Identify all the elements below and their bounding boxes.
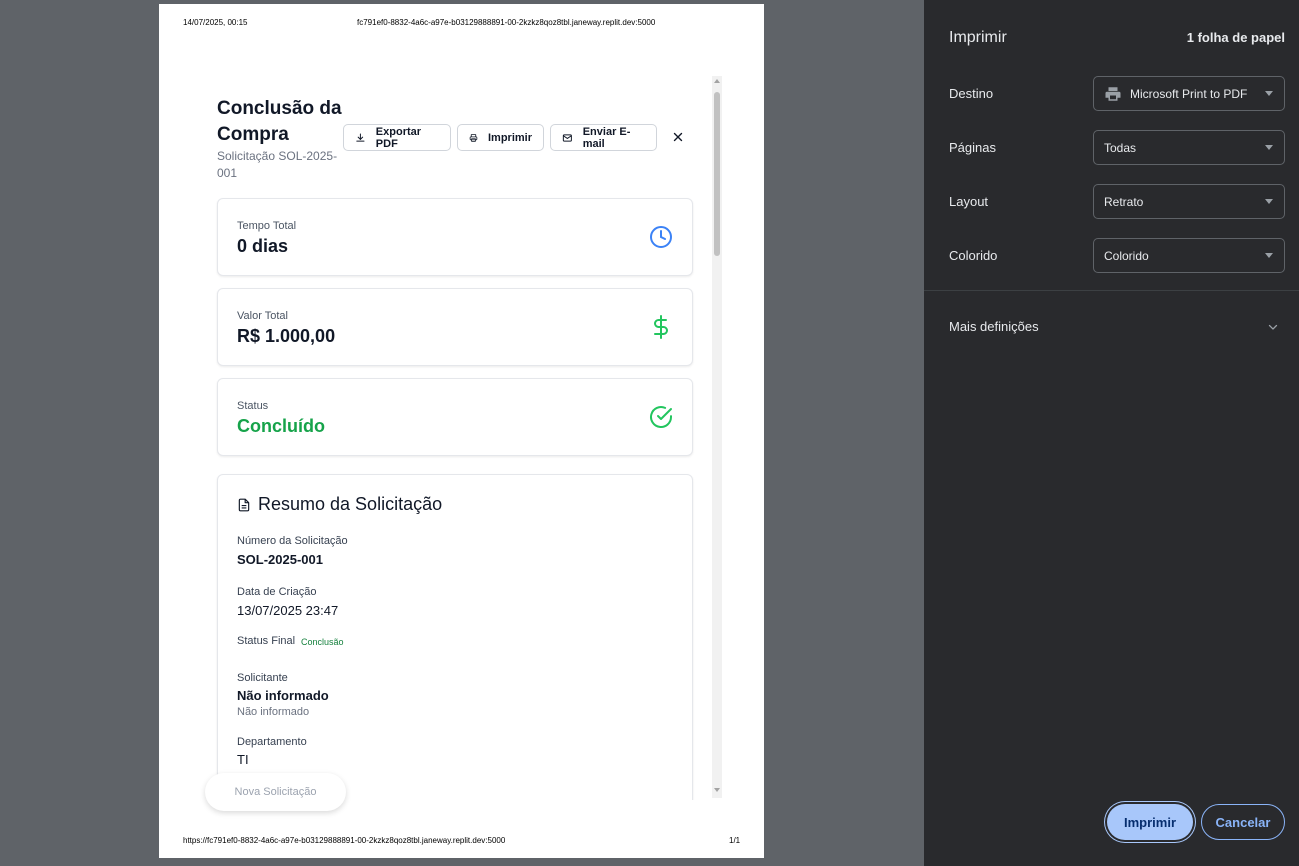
summary-title: Resumo da Solicitação (237, 494, 442, 515)
status-label: Status (237, 400, 269, 412)
new-request-button[interactable]: Nova Solicitação (205, 773, 346, 811)
final-status-badge: Conclusão (301, 637, 344, 647)
printer-icon (469, 133, 478, 142)
status-card: Status Concluído (217, 378, 693, 456)
request-number-value: SOL-2025-001 (237, 552, 323, 567)
purchase-completion-modal: Conclusão da Compra Solicitação SOL-2025… (197, 78, 725, 800)
print-submit-button[interactable]: Imprimir (1107, 804, 1193, 840)
total-value-card: Valor Total R$ 1.000,00 (217, 288, 693, 366)
modal-title: Conclusão da Compra (217, 98, 342, 145)
chevron-down-icon (1265, 253, 1273, 258)
layout-value: Retrato (1104, 194, 1144, 209)
requester-value: Não informado (237, 688, 329, 703)
pages-value: Todas (1104, 140, 1137, 155)
total-value-amount: R$ 1.000,00 (237, 326, 336, 346)
request-number-label: Número da Solicitação (237, 535, 348, 547)
destination-value: Microsoft Print to PDF (1130, 86, 1248, 101)
department-label: Departamento (237, 736, 307, 748)
scroll-up-arrow[interactable] (714, 79, 720, 83)
print-button[interactable]: Imprimir (457, 124, 544, 151)
page-footer-number: 1/1 (729, 836, 741, 845)
destination-label: Destino (949, 86, 994, 101)
page-header-url: fc791ef0-8832-4a6c-a97e-b03129888891-00-… (357, 18, 656, 27)
close-icon[interactable] (671, 130, 685, 144)
export-pdf-label: Exportar PDF (375, 125, 422, 150)
chevron-down-icon (1265, 199, 1273, 204)
total-value-label: Valor Total (237, 310, 288, 322)
print-preview-area: 14/07/2025, 00:15 fc791ef0-8832-4a6c-a97… (0, 0, 924, 866)
preview-page: 14/07/2025, 00:15 fc791ef0-8832-4a6c-a97… (159, 4, 764, 858)
chevron-down-icon (1265, 145, 1273, 150)
export-pdf-button[interactable]: Exportar PDF (343, 124, 451, 151)
print-label: Imprimir (487, 131, 532, 144)
page-footer-url: https://fc791ef0-8832-4a6c-a97e-b0312988… (183, 836, 506, 845)
color-value: Colorido (1104, 248, 1149, 263)
pages-label: Páginas (949, 140, 996, 155)
download-icon (356, 132, 365, 142)
mail-icon (562, 133, 572, 142)
sheet-count: 1 folha de papel (1186, 30, 1285, 45)
scroll-down-arrow[interactable] (714, 788, 720, 792)
total-time-card: Tempo Total 0 dias (217, 198, 693, 276)
clock-icon (650, 226, 672, 248)
printer-icon (1105, 86, 1121, 101)
document-icon (238, 498, 250, 511)
department-value: TI (237, 752, 249, 767)
summary-title-text: Resumo da Solicitação (258, 494, 443, 514)
print-dialog-title: Imprimir (949, 29, 1007, 46)
requester-label: Solicitante (237, 672, 288, 684)
request-summary-card: Resumo da Solicitação Número da Solicita… (217, 474, 693, 800)
divider (924, 290, 1299, 291)
print-settings-panel: Imprimir 1 folha de papel Destino Micros… (924, 0, 1299, 866)
total-time-value: 0 dias (237, 236, 289, 256)
color-label: Colorido (949, 248, 998, 263)
layout-select[interactable]: Retrato (1093, 184, 1285, 219)
send-email-button[interactable]: Enviar E-mail (550, 124, 657, 151)
destination-select[interactable]: Microsoft Print to PDF (1093, 76, 1285, 111)
cancel-button[interactable]: Cancelar (1201, 804, 1285, 840)
layout-label: Layout (949, 194, 989, 209)
modal-scrollbar-thumb[interactable] (714, 92, 720, 256)
more-settings-toggle[interactable]: Mais definições (949, 319, 1039, 334)
chevron-down-icon[interactable] (1267, 321, 1279, 333)
created-date-value: 13/07/2025 23:47 (237, 603, 339, 618)
total-time-label: Tempo Total (237, 220, 297, 232)
page-header-date: 14/07/2025, 00:15 (183, 18, 248, 27)
requester-sub: Não informado (237, 706, 310, 718)
status-value: Concluído (237, 416, 325, 436)
send-email-label: Enviar E-mail (582, 125, 631, 150)
dollar-icon (654, 315, 668, 339)
final-status-label: Status Final (237, 635, 296, 647)
chevron-down-icon (1265, 91, 1273, 96)
created-date-label: Data de Criação (237, 586, 317, 598)
modal-subtitle: Solicitação SOL-2025-001 (217, 149, 338, 180)
pages-select[interactable]: Todas (1093, 130, 1285, 165)
check-circle-icon (650, 406, 672, 429)
color-select[interactable]: Colorido (1093, 238, 1285, 273)
